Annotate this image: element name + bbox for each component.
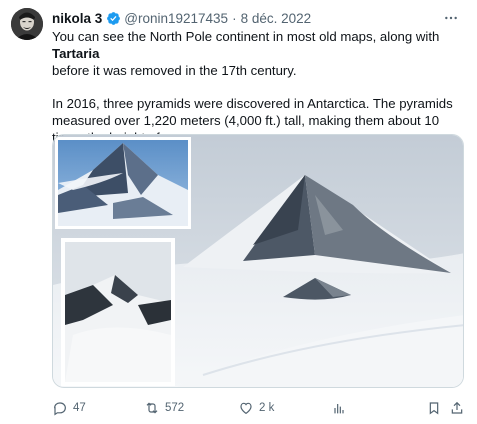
reply-icon [54, 402, 66, 416]
verified-badge-icon [106, 11, 121, 26]
tweet-paragraph-1: You can see the North Pole continent in … [52, 29, 464, 79]
views-icon [334, 404, 344, 414]
tweet-text-line2: before it was removed in the 17th centur… [52, 62, 297, 78]
more-icon[interactable] [441, 8, 461, 28]
action-bar: 47 572 2 k [52, 398, 464, 418]
reply-button[interactable]: 47 [52, 398, 86, 418]
avatar-image [11, 8, 43, 40]
tweet-date[interactable]: 8 déc. 2022 [241, 11, 312, 26]
author-handle[interactable]: @ronin19217435 [124, 11, 228, 26]
repost-icon [146, 402, 158, 414]
like-button[interactable]: 2 k [238, 398, 274, 418]
views-button[interactable] [331, 398, 352, 418]
avatar[interactable] [11, 8, 43, 40]
author-name[interactable]: nikola 3 [52, 11, 102, 26]
tweet-text-line1: You can see the North Pole continent in … [52, 29, 440, 44]
tweet-media-image[interactable] [52, 134, 464, 388]
like-count: 2 k [259, 402, 275, 414]
like-icon [240, 402, 252, 415]
reply-count: 47 [73, 402, 86, 414]
tweet-text-bold: Tartaria [52, 45, 100, 61]
share-button[interactable] [449, 398, 470, 418]
repost-button[interactable]: 572 [144, 398, 184, 418]
bookmark-icon [429, 402, 439, 415]
share-icon [451, 401, 463, 414]
separator-dot: · [232, 10, 237, 26]
tweet-text: You can see the North Pole continent in … [52, 29, 464, 147]
bookmark-button[interactable] [426, 398, 447, 418]
tweet-header: nikola 3 @ronin19217435 · 8 déc. 2022 [52, 9, 461, 27]
repost-count: 572 [165, 402, 185, 414]
